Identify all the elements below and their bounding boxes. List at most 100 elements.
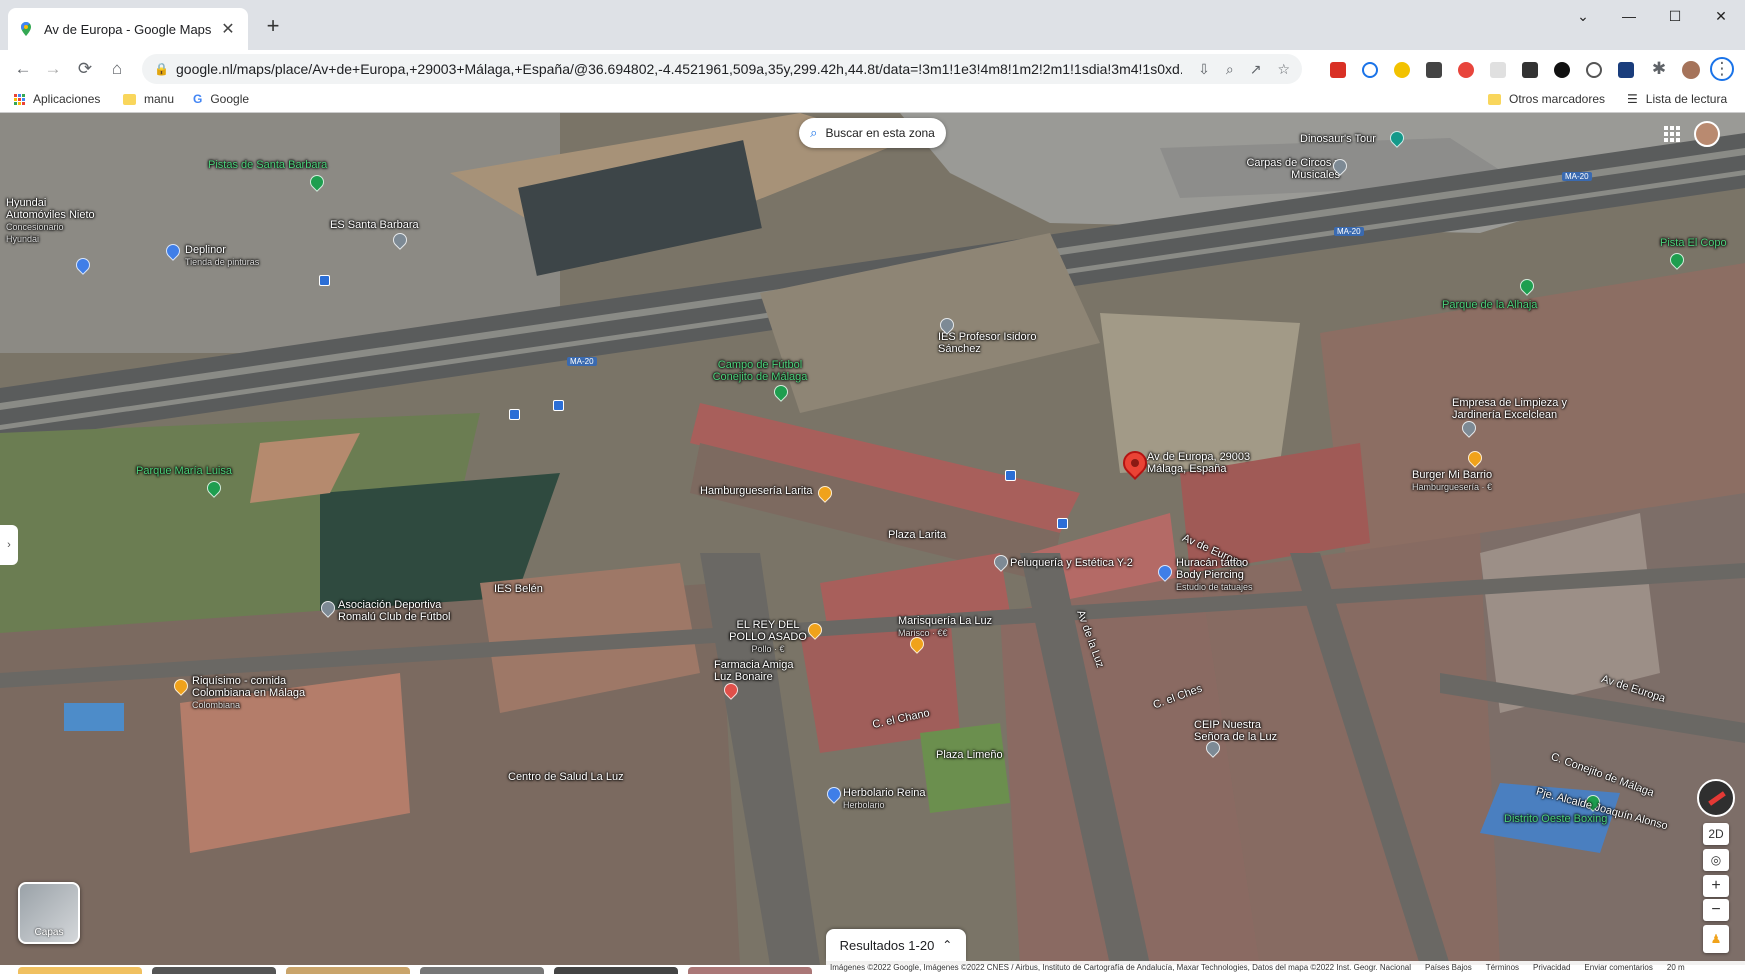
- zoom-in-button[interactable]: +: [1703, 875, 1729, 897]
- place-label-ies-belen[interactable]: IES Belén: [494, 583, 543, 595]
- bus-stop-icon[interactable]: [509, 409, 520, 420]
- bookmark-label: Aplicaciones: [33, 92, 101, 106]
- address-bar[interactable]: 🔒 google.nl/maps/place/Av+de+Europa,+290…: [142, 54, 1302, 84]
- place-label-selected-address[interactable]: Av de Europa, 29003 Málaga, España: [1147, 451, 1259, 475]
- tab-search-icon[interactable]: ⌄: [1560, 0, 1606, 32]
- bookmark-google[interactable]: G Google: [193, 92, 249, 106]
- place-label-ies-isidoro-sanchez[interactable]: IES Profesor Isidoro Sánchez: [938, 331, 1048, 355]
- result-thumbnail[interactable]: [152, 967, 276, 974]
- place-label-peluqueria[interactable]: Peluquería y Estética Y-2: [1010, 557, 1133, 569]
- place-label-pistas-santa-barbara[interactable]: Pistas de Santa Barbara: [208, 159, 327, 171]
- place-label-carpas[interactable]: Carpas de Circos y Musicales: [1240, 157, 1340, 181]
- compass-icon[interactable]: [1697, 779, 1735, 817]
- bus-stop-icon[interactable]: [1005, 470, 1016, 481]
- close-window-button[interactable]: ✕: [1698, 0, 1744, 32]
- place-label-deplinor[interactable]: Deplinor Tienda de pinturas: [185, 244, 259, 268]
- place-label-riquisimo[interactable]: Riquísimo - comida Colombiana en Málaga C…: [192, 675, 312, 711]
- place-label-es-santa-barbara[interactable]: ES Santa Barbara: [330, 219, 419, 231]
- place-label-pista-el-copo[interactable]: Pista El Copo: [1660, 237, 1727, 249]
- place-label-farmacia[interactable]: Farmacia Amiga Luz Bonaire: [714, 659, 804, 683]
- install-app-icon[interactable]: ⇩: [1198, 61, 1210, 78]
- results-toggle-button[interactable]: Resultados 1-20 ⌃: [826, 929, 966, 961]
- maximize-button[interactable]: ☐: [1652, 0, 1698, 32]
- region-link[interactable]: Países Bajos: [1425, 963, 1472, 972]
- home-icon[interactable]: ⌂: [104, 57, 130, 81]
- place-label-burger-mi-barrio[interactable]: Burger Mi Barrio Hamburguesería · €: [1412, 469, 1492, 493]
- back-arrow-icon[interactable]: ←: [10, 57, 36, 81]
- share-icon[interactable]: ↗: [1250, 61, 1262, 78]
- my-location-icon[interactable]: ◎: [1703, 849, 1729, 871]
- place-label-parque-maria-luisa[interactable]: Parque María Luisa: [136, 465, 232, 477]
- place-label-romaluz[interactable]: Asociación Deportiva Romalú Club de Fútb…: [338, 599, 468, 623]
- reload-icon[interactable]: ⟳: [72, 57, 98, 81]
- bus-stop-icon[interactable]: [319, 275, 330, 286]
- extension-gauge-icon[interactable]: [1586, 62, 1602, 78]
- extension-colorful-icon[interactable]: [1458, 62, 1474, 78]
- terms-link[interactable]: Términos: [1486, 963, 1519, 972]
- privacy-link[interactable]: Privacidad: [1533, 963, 1570, 972]
- url-text[interactable]: google.nl/maps/place/Av+de+Europa,+29003…: [176, 61, 1182, 77]
- extension-block-icon[interactable]: [1362, 62, 1378, 78]
- zoom-out-button[interactable]: −: [1703, 899, 1729, 921]
- extension-red-icon[interactable]: [1330, 62, 1346, 78]
- reading-list[interactable]: ☰ Lista de lectura: [1627, 92, 1727, 106]
- place-label-parque-alhaja[interactable]: Parque de la Alhaja: [1442, 299, 1537, 311]
- result-thumbnail[interactable]: [420, 967, 544, 974]
- place-label-excelclean[interactable]: Empresa de Limpieza y Jardinería Excelcl…: [1452, 397, 1582, 421]
- place-label-centro-salud[interactable]: Centro de Salud La Luz: [508, 771, 624, 783]
- extension-chart-icon[interactable]: [1618, 62, 1634, 78]
- browser-toolbar: ← → ⟳ ⌂ 🔒 google.nl/maps/place/Av+de+Eur…: [0, 50, 1745, 88]
- place-label-hamburgueseria-larita[interactable]: Hamburguesería Larita: [700, 485, 813, 497]
- view-2d-label: 2D: [1708, 827, 1724, 841]
- extension-gray-icon[interactable]: [1490, 62, 1506, 78]
- place-label-distrito-oeste-boxing[interactable]: Distrito Oeste Boxing: [1504, 813, 1607, 825]
- lock-icon[interactable]: 🔒: [154, 62, 169, 76]
- bus-stop-icon[interactable]: [553, 400, 564, 411]
- search-this-area-label: Buscar en esta zona: [825, 126, 935, 140]
- result-thumbnail[interactable]: [18, 967, 142, 974]
- place-label-huracan-tattoo[interactable]: Huracán tattoo Body Piercing Estudio de t…: [1176, 557, 1276, 593]
- place-label-plaza-limeno[interactable]: Plaza Limeño: [936, 749, 1003, 761]
- account-avatar[interactable]: [1694, 121, 1720, 147]
- bookmark-apps[interactable]: Aplicaciones: [14, 92, 100, 106]
- place-label-dinosaurs-tour[interactable]: Dinosaur's Tour: [1300, 133, 1376, 145]
- new-tab-button[interactable]: +: [260, 14, 286, 38]
- close-tab-icon[interactable]: ✕: [218, 19, 238, 39]
- extension-black-icon[interactable]: [1522, 62, 1538, 78]
- tab-google-maps[interactable]: Av de Europa - Google Maps ✕: [8, 8, 248, 50]
- place-label-marisqueria[interactable]: Marisquería La Luz Marisco · €€: [898, 615, 992, 639]
- place-label-hyundai[interactable]: Hyundai Automóviles Nieto Concesionario H…: [6, 197, 98, 245]
- layers-button[interactable]: Capas: [18, 882, 80, 944]
- view-2d-button[interactable]: 2D: [1703, 823, 1729, 845]
- extension-yellow-icon[interactable]: [1394, 62, 1410, 78]
- imagery-credits: Imágenes ©2022 Google, Imágenes ©2022 CN…: [830, 963, 1411, 972]
- place-label-campo-futbol-conejito[interactable]: Campo de Fútbol Conejito de Málaga: [710, 359, 810, 383]
- place-label-ceip-nuestra-senora[interactable]: CEIP Nuestra Señora de la Luz: [1194, 719, 1278, 743]
- other-bookmarks[interactable]: Otros marcadores: [1488, 92, 1605, 106]
- place-label-herbolario-reina[interactable]: Herbolario Reina Herbolario: [843, 787, 926, 811]
- search-this-area-button[interactable]: ⌕ Buscar en esta zona: [799, 118, 946, 148]
- browser-menu-icon[interactable]: ⋮: [1710, 57, 1734, 81]
- bookmark-manu[interactable]: manu: [123, 92, 174, 106]
- result-thumbnail[interactable]: [554, 967, 678, 974]
- extension-dark-icon[interactable]: [1426, 62, 1442, 78]
- result-thumbnail[interactable]: [286, 967, 410, 974]
- bus-stop-icon[interactable]: [1057, 518, 1068, 529]
- scale-label[interactable]: 20 m: [1667, 963, 1685, 972]
- pegman-icon[interactable]: ♟: [1703, 925, 1729, 953]
- result-thumbnail[interactable]: [688, 967, 812, 974]
- bookmark-star-icon[interactable]: ☆: [1277, 61, 1290, 78]
- bookmark-label: manu: [144, 92, 175, 106]
- minimize-button[interactable]: —: [1606, 0, 1652, 32]
- extensions-puzzle-icon[interactable]: ✱: [1646, 57, 1672, 81]
- place-label-plaza-larita[interactable]: Plaza Larita: [888, 529, 946, 541]
- extension-contrast-icon[interactable]: [1554, 62, 1570, 78]
- place-label-rey-pollo-asado[interactable]: EL REY DEL POLLO ASADO Pollo · €: [726, 619, 810, 655]
- google-apps-grid-icon[interactable]: [1664, 126, 1680, 142]
- forward-arrow-icon[interactable]: →: [40, 57, 66, 81]
- expand-side-panel-button[interactable]: ›: [0, 525, 18, 565]
- profile-avatar[interactable]: [1682, 61, 1700, 79]
- feedback-link[interactable]: Enviar comentarios: [1584, 963, 1652, 972]
- satellite-map[interactable]: MA-20 MA-20 MA-20 Av de Europa Av de Eur…: [0, 113, 1745, 965]
- zoom-icon[interactable]: ⌕: [1226, 61, 1234, 78]
